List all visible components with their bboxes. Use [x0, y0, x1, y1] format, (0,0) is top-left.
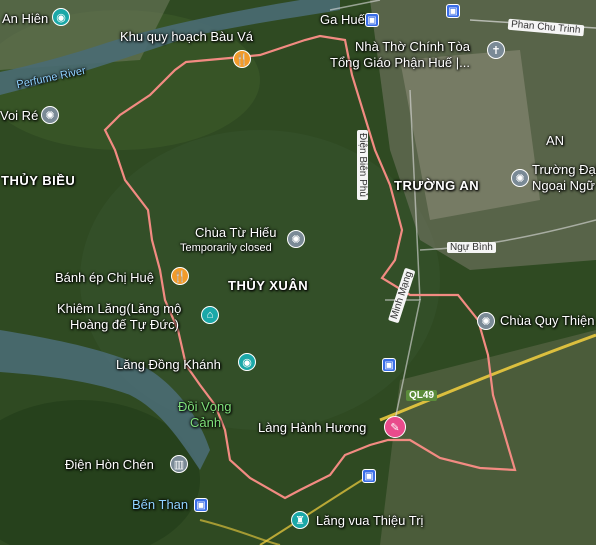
- label-khiem-lang-2: Hoàng đế Tự Đức): [70, 317, 179, 332]
- bus-icon[interactable]: ▣: [382, 358, 396, 372]
- label-nha-tho-1: Nhà Thờ Chính Tòa: [355, 39, 471, 54]
- shopping-icon[interactable]: ✎: [384, 416, 406, 438]
- camera-icon[interactable]: ◉: [52, 8, 70, 26]
- label-temporarily-closed: Temporarily closed: [180, 242, 272, 254]
- label-banh-ep: Bánh ép Chị Huệ: [55, 270, 155, 285]
- label-thuy-xuan: THỦY XUÂN: [228, 278, 309, 293]
- fork-knife-icon[interactable]: 🍴: [233, 50, 251, 68]
- dharma-wheel-icon[interactable]: ✺: [287, 230, 305, 248]
- label-ben-than: Bến Than: [132, 497, 189, 512]
- label-chua-quy-thien: Chùa Quy Thiện: [500, 313, 595, 328]
- monument-icon[interactable]: ▥: [170, 455, 188, 473]
- bus-icon[interactable]: ▣: [446, 4, 460, 18]
- label-nha-tho-2: Tổng Giáo Phận Huế |...: [330, 55, 470, 70]
- monument-icon[interactable]: ♜: [291, 511, 309, 529]
- label-lang-huong: Làng Hành Hương: [258, 420, 367, 435]
- label-khu-quy-hoach: Khu quy hoạch Bàu Vá: [120, 29, 253, 44]
- label-doi-vong-canh-1: Đồi Vọng: [178, 399, 232, 414]
- bus-icon[interactable]: ▣: [362, 469, 376, 483]
- label-truong-an: TRƯỜNG AN: [394, 178, 480, 193]
- cross-icon[interactable]: ✝: [487, 41, 505, 59]
- label-truong-dai-2: Ngoại Ngữ: [532, 178, 595, 193]
- dharma-wheel-icon[interactable]: ✺: [41, 106, 59, 124]
- label-khiem-lang-1: Khiêm Lăng(Lăng mộ: [57, 301, 182, 316]
- dharma-wheel-icon[interactable]: ✺: [477, 312, 495, 330]
- bus-icon[interactable]: ▣: [194, 498, 208, 512]
- label-dien-hon-chen: Điện Hòn Chén: [65, 457, 154, 472]
- road-label-ql49: QL49: [406, 390, 438, 401]
- label-lang-dong-khanh: Lăng Đồng Khánh: [116, 357, 221, 372]
- label-voi-re: Voi Ré: [0, 108, 39, 123]
- label-ga-hue: Ga Huế: [320, 12, 365, 27]
- satellite-map[interactable]: An Hiên ◉ Perfume River Voi Ré ✺ THỦY BI…: [0, 0, 596, 545]
- label-truong-dai-1: Trường Đại: [532, 162, 596, 177]
- label-doi-vong-canh-2: Cảnh: [190, 415, 222, 430]
- label-lang-vua: Lăng vua Thiệu Trị: [316, 513, 424, 528]
- road-label-dien-bien-phu: Điện Biên Phủ: [357, 130, 368, 200]
- label-thuy-bieu: THỦY BIỀU: [1, 173, 76, 188]
- museum-icon[interactable]: ⌂: [201, 306, 219, 324]
- road-label-ngu-binh: Ngự Bình: [447, 242, 496, 253]
- label-an-hien: An Hiên: [2, 11, 49, 26]
- fork-knife-icon[interactable]: 🍴: [171, 267, 189, 285]
- label-an-edge: AN: [546, 133, 565, 148]
- school-icon[interactable]: ✺: [511, 169, 529, 187]
- label-chua-tu-hieu: Chùa Từ Hiếu: [195, 225, 277, 240]
- train-station-icon[interactable]: ▣: [365, 13, 379, 27]
- camera-icon[interactable]: ◉: [238, 353, 256, 371]
